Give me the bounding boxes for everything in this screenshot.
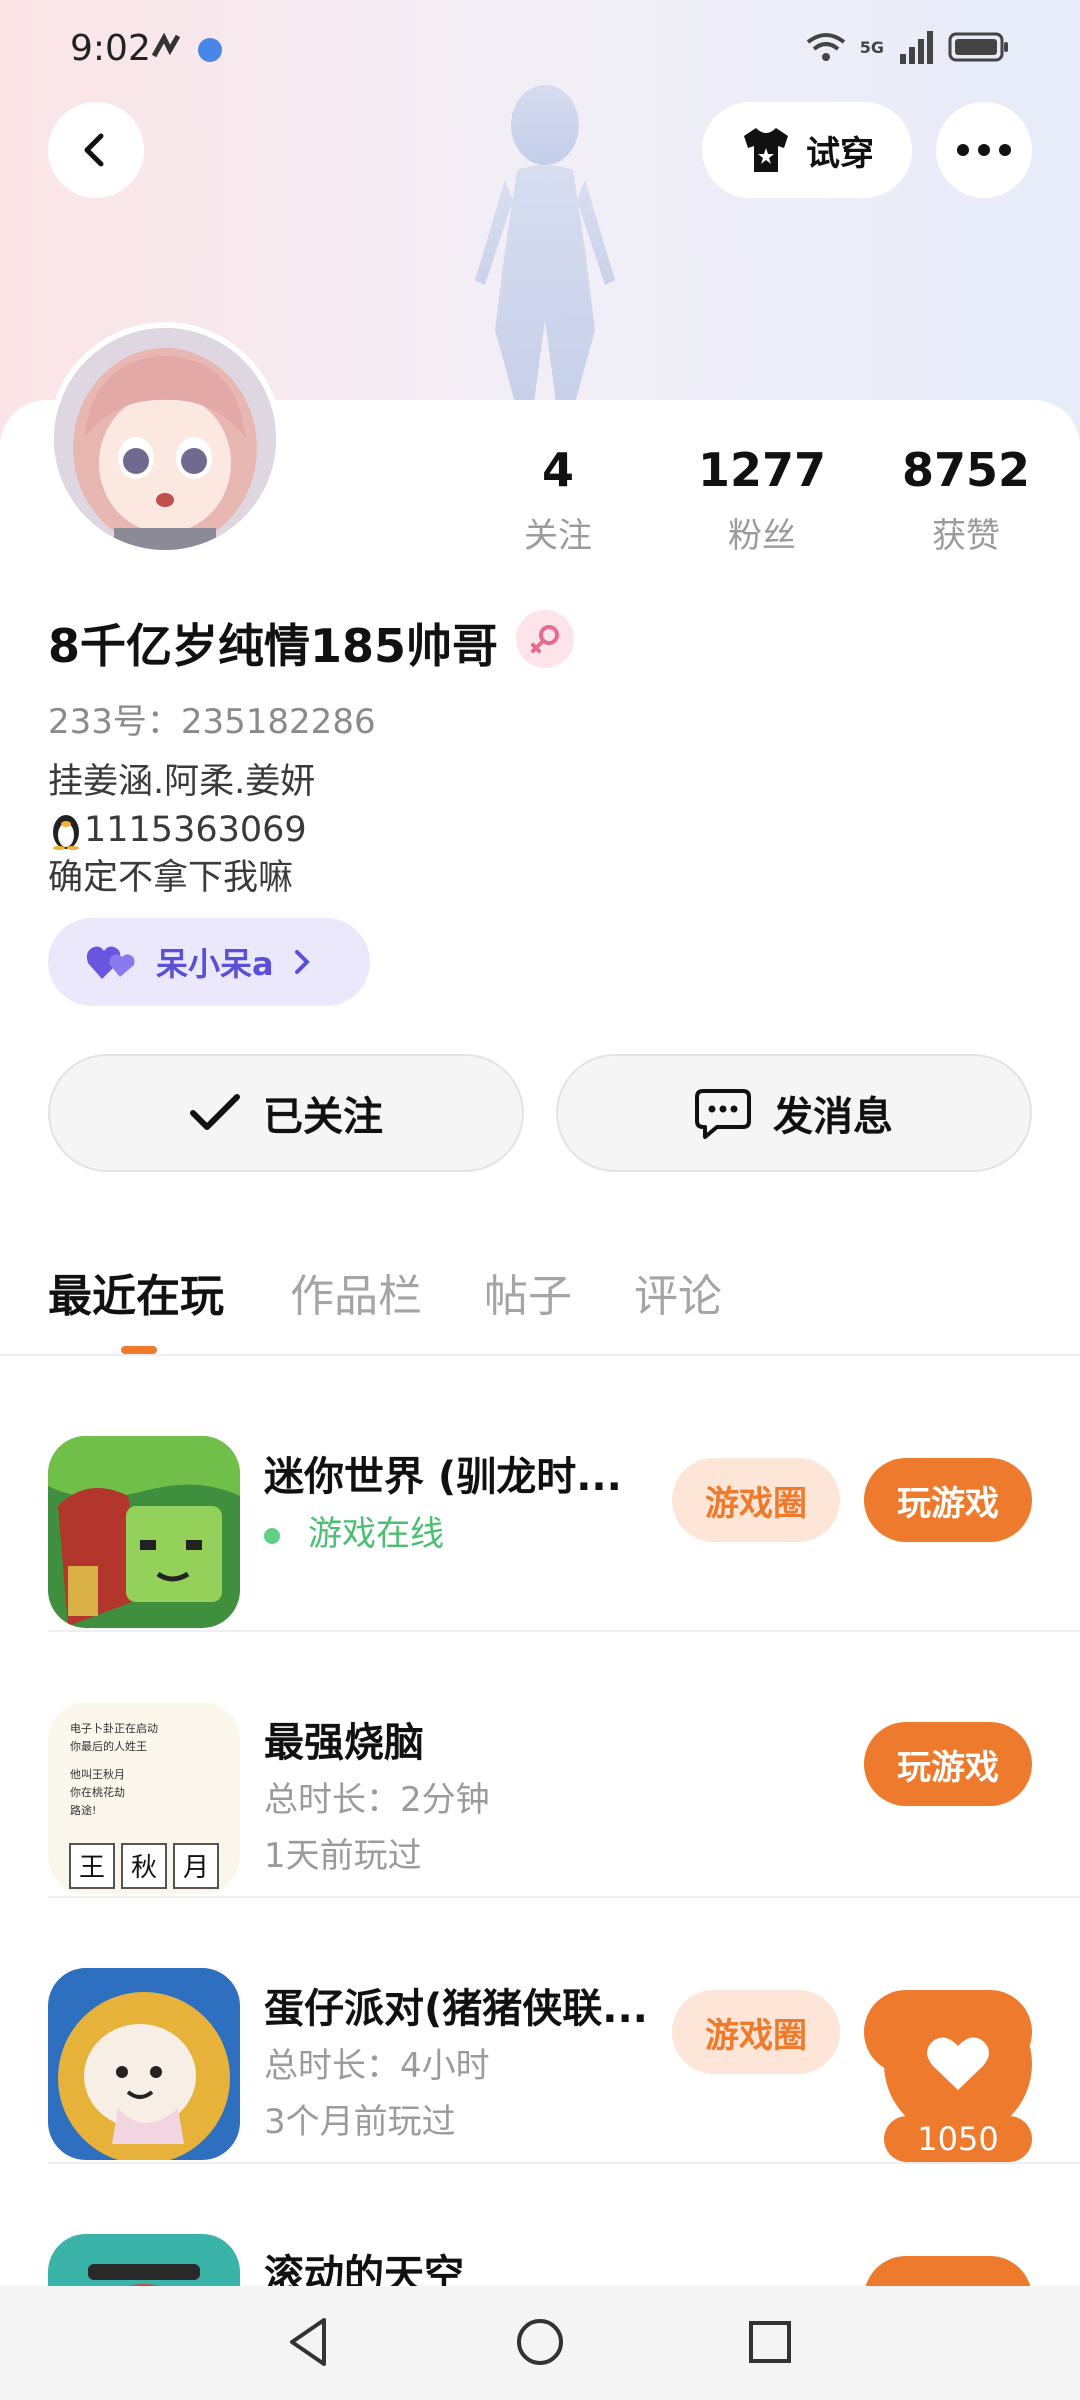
status-bar: 9:02 5G [0, 0, 1080, 100]
bio-line-qq: 1115363069 [48, 806, 315, 854]
try-on-button[interactable]: 试穿 [702, 102, 912, 198]
nickname: 8千亿岁纯情185帅哥 [48, 619, 499, 673]
nav-home-icon[interactable] [512, 2314, 568, 2370]
play-game-button[interactable]: 玩游戏 [864, 1458, 1032, 1542]
icon-text: 他叫王秋月 [70, 1767, 125, 1781]
online-dot [264, 1527, 280, 1544]
back-button[interactable] [48, 102, 144, 198]
stat-following[interactable]: 4 关注 [478, 440, 638, 557]
icon-text: 你最后的人姓王 [70, 1739, 147, 1753]
likes-label: 获赞 [932, 516, 1000, 556]
followers-count: 1277 [697, 443, 827, 497]
followers-label: 粉丝 [728, 516, 796, 556]
icon-char: 王 [79, 1853, 105, 1883]
play-game-button[interactable]: 玩游戏 [864, 1722, 1032, 1806]
game-last-played: 1天前玩过 [264, 1836, 422, 1876]
nav-recents-icon[interactable] [742, 2314, 798, 2370]
user-id: 233号：235182286 [48, 702, 376, 742]
send-message-button[interactable]: 发消息 [556, 1054, 1032, 1172]
send-message-label: 发消息 [773, 1094, 893, 1140]
chevron-left-icon [84, 133, 104, 167]
tab-recently-played[interactable]: 最近在玩 [48, 1260, 224, 1324]
stat-likes[interactable]: 8752 获赞 [886, 440, 1046, 557]
tab-posts[interactable]: 帖子 [484, 1260, 572, 1324]
icon-text: 路途! [70, 1803, 96, 1817]
following-label: 关注 [524, 516, 592, 556]
relation-name: 呆小呆a [156, 945, 274, 983]
icon-text: 你在桃花劫 [70, 1785, 125, 1799]
network-type: 5G [859, 37, 884, 57]
status-notification-icons [150, 28, 230, 72]
game-duration: 总时长：2分钟 [264, 1780, 490, 1820]
game-icon-mini-world [48, 1436, 240, 1628]
game-title: 迷你世界 (驯龙时... [264, 1454, 622, 1500]
relation-chip[interactable]: 呆小呆a [48, 918, 370, 1006]
online-status-text: 游戏在线 [308, 1514, 444, 1554]
game-icon-rolling-sky [48, 2234, 240, 2286]
more-options-button[interactable] [936, 102, 1032, 198]
female-gender-icon [516, 610, 574, 668]
tab-works[interactable]: 作品栏 [290, 1260, 422, 1324]
game-circle-button[interactable]: 游戏圈 [672, 1458, 840, 1542]
game-row[interactable]: 滚动的天空 [0, 2164, 1080, 2286]
game-title: 滚动的天空 [264, 2252, 464, 2286]
game-duration: 总时长：4小时 [264, 2046, 490, 2086]
nav-back-icon[interactable] [282, 2314, 338, 2370]
chevron-right-icon [294, 950, 310, 974]
tab-comments[interactable]: 评论 [634, 1260, 722, 1324]
game-last-played: 3个月前玩过 [264, 2102, 456, 2142]
game-icon-eggy-party [48, 1968, 240, 2160]
double-heart-icon [86, 946, 135, 979]
game-circle-button[interactable]: 游戏圈 [672, 1990, 840, 2074]
game-icon-brain: 电子卜卦正在启动 你最后的人姓王 他叫王秋月 你在桃花劫 路途! 王 秋 月 [48, 1702, 240, 1894]
avatar[interactable] [48, 322, 282, 556]
qq-number: 1115363069 [84, 810, 307, 850]
heart-icon [927, 2037, 989, 2090]
battery-icon [948, 32, 1008, 62]
play-game-button[interactable] [864, 2256, 1032, 2286]
wifi-icon [806, 33, 845, 61]
game-title: 最强烧脑 [264, 1720, 424, 1766]
stat-followers[interactable]: 1277 粉丝 [682, 440, 842, 557]
followed-label: 已关注 [263, 1094, 383, 1140]
game-title: 蛋仔派对(猪猪侠联... [264, 1986, 648, 2032]
game-row[interactable]: 电子卜卦正在启动 你最后的人姓王 他叫王秋月 你在桃花劫 路途! 王 秋 月 最… [0, 1632, 1080, 1898]
penguin-icon [53, 815, 79, 850]
following-count: 4 [541, 443, 574, 497]
tab-divider [0, 1354, 1080, 1356]
signal-icon [900, 31, 933, 64]
message-bubble-icon [695, 1089, 751, 1139]
icon-char: 秋 [131, 1853, 157, 1883]
game-row[interactable]: 迷你世界 (驯龙时... 游戏在线 游戏圈 玩游戏 [0, 1366, 1080, 1632]
tshirt-icon [744, 128, 788, 172]
avatar-image [54, 328, 276, 550]
bio-line: 确定不拿下我嘛 [48, 858, 294, 898]
more-dots-icon [957, 144, 1011, 156]
icon-char: 月 [183, 1853, 209, 1883]
check-icon [190, 1094, 240, 1130]
like-count: 1050 [884, 2116, 1032, 2162]
avatar-figure-illustration [475, 85, 615, 410]
game-online-status: 游戏在线 [264, 1506, 444, 1555]
status-time: 9:02 [70, 28, 151, 69]
likes-count: 8752 [901, 443, 1031, 497]
active-tab-indicator [121, 1346, 157, 1354]
followed-button[interactable]: 已关注 [48, 1054, 524, 1172]
bio: 挂姜涵.阿柔.姜妍 1115363069 确定不拿下我嘛 [48, 758, 315, 902]
system-navigation-bar [0, 2286, 1080, 2400]
icon-text: 电子卜卦正在启动 [70, 1721, 158, 1735]
try-on-label: 试穿 [806, 133, 874, 174]
bio-line: 挂姜涵.阿柔.姜妍 [48, 762, 316, 802]
